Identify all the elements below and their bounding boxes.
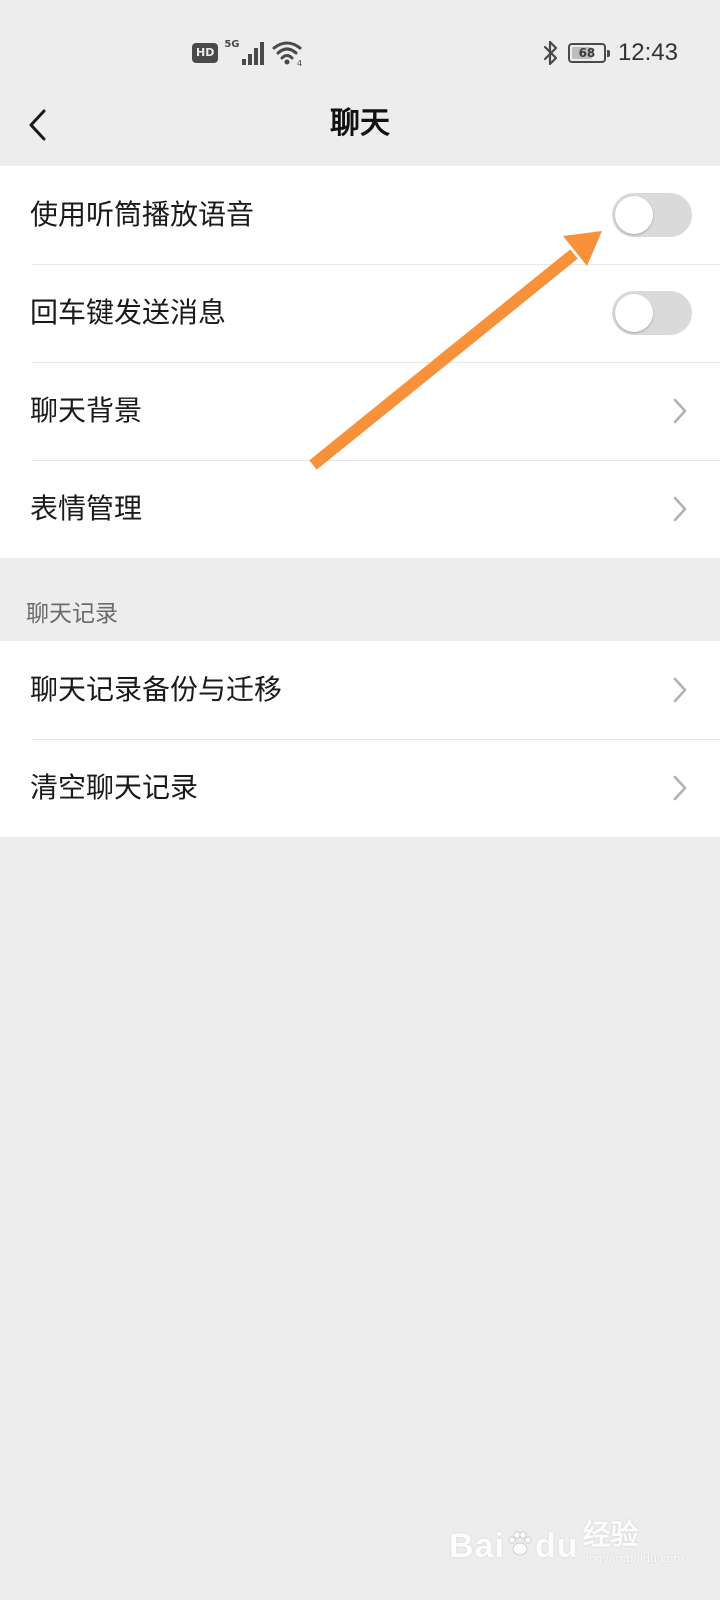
- status-clock: 12:43: [617, 39, 678, 66]
- enter-to-send-toggle[interactable]: [612, 291, 692, 335]
- chevron-right-icon: [670, 494, 690, 524]
- watermark-sub-column: 经验 jingyan.baidu.com: [582, 1518, 684, 1566]
- battery-percentage: 68: [578, 46, 596, 60]
- section-title-chat-history: 聊天记录: [26, 601, 118, 627]
- setting-row-earpiece-voice[interactable]: 使用听筒播放语音: [0, 166, 720, 264]
- watermark-brand-suffix: du: [534, 1527, 579, 1565]
- setting-row-sticker-management[interactable]: 表情管理: [0, 460, 720, 558]
- toggle-knob: [615, 294, 653, 332]
- setting-label: 使用听筒播放语音: [30, 198, 255, 231]
- chat-settings-group: 使用听筒播放语音 回车键发送消息 聊天背景 表情管理: [0, 166, 720, 558]
- bluetooth-icon: [542, 39, 560, 67]
- status-network-indicators: HD 5G 4: [192, 38, 306, 68]
- battery-icon: 68: [567, 43, 610, 63]
- setting-row-clear-history[interactable]: 清空聊天记录: [0, 739, 720, 837]
- navigation-bar: 聊天: [0, 96, 720, 166]
- chevron-right-icon: [670, 396, 690, 426]
- watermark-sub: 经验: [582, 1518, 639, 1551]
- watermark-brand: Bai du: [449, 1526, 578, 1566]
- setting-row-enter-to-send[interactable]: 回车键发送消息: [0, 264, 720, 362]
- setting-label: 聊天背景: [30, 394, 143, 427]
- wifi-icon: 4: [272, 39, 306, 68]
- status-right-indicators: 68 12:43: [542, 36, 678, 70]
- watermark-brand-prefix: Bai: [449, 1527, 505, 1565]
- chat-history-group: 聊天记录备份与迁移 清空聊天记录: [0, 641, 720, 837]
- setting-label: 回车键发送消息: [30, 296, 227, 329]
- signal-icon: 5G: [224, 39, 266, 67]
- setting-row-chat-background[interactable]: 聊天背景: [0, 362, 720, 460]
- status-bar: HD 5G 4 68 12:43: [0, 0, 720, 96]
- paw-icon: [505, 1528, 535, 1558]
- watermark-url: jingyan.baidu.com: [582, 1552, 684, 1565]
- chevron-right-icon: [670, 675, 690, 705]
- setting-label: 聊天记录备份与迁移: [30, 673, 283, 706]
- earpiece-voice-toggle[interactable]: [612, 193, 692, 237]
- svg-text:4: 4: [297, 59, 302, 67]
- setting-row-backup-migrate[interactable]: 聊天记录备份与迁移: [0, 641, 720, 739]
- setting-label: 清空聊天记录: [30, 771, 199, 804]
- toggle-knob: [615, 196, 653, 234]
- chevron-right-icon: [670, 773, 690, 803]
- page-title: 聊天: [330, 106, 390, 141]
- hd-badge: HD: [192, 43, 219, 63]
- setting-label: 表情管理: [30, 492, 143, 525]
- baidu-jingyan-watermark: Bai du 经验 jingyan.baidu.com: [449, 1488, 684, 1566]
